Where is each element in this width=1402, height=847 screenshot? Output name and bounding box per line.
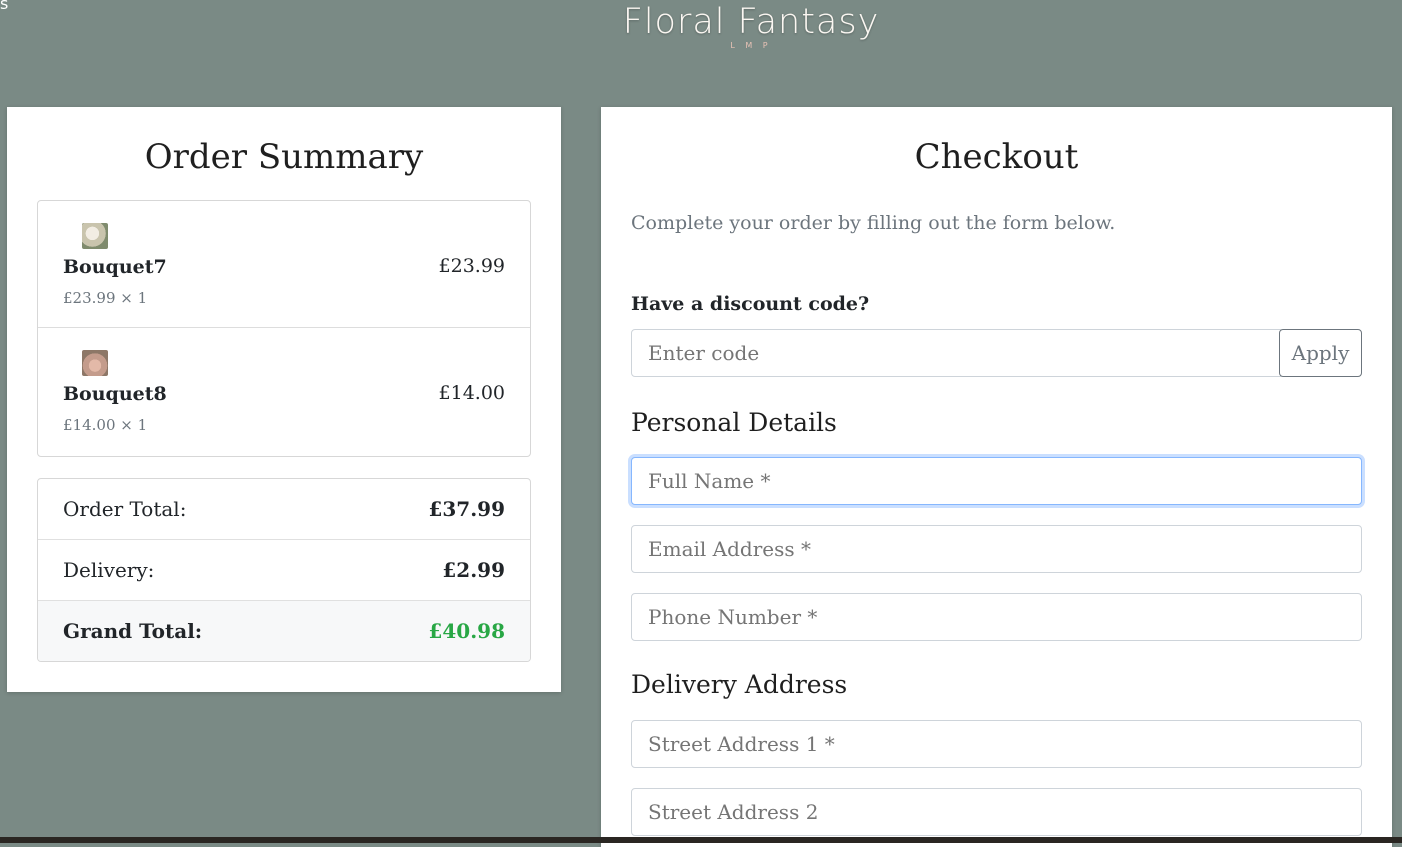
personal-details-heading: Personal Details (631, 408, 837, 437)
discount-group: Apply (631, 329, 1362, 377)
grand-total-value: £40.98 (428, 619, 505, 643)
item-price: £14.00 (438, 382, 505, 404)
logo-title: Floral Fantasy (622, 2, 880, 42)
list-item: Bouquet7 £23.99 £23.99 × 1 (38, 201, 530, 328)
site-logo[interactable]: Floral Fantasy L M P (0, 0, 1402, 50)
item-quantity: £14.00 × 1 (63, 416, 148, 434)
email-input[interactable] (631, 525, 1362, 573)
checkout-card: Checkout Complete your order by filling … (601, 107, 1392, 847)
order-total-row: Order Total: £37.99 (38, 479, 530, 540)
delivery-row: Delivery: £2.99 (38, 540, 530, 601)
bouquet-thumbnail (82, 350, 108, 376)
street-address-1-input[interactable] (631, 720, 1362, 768)
full-name-input[interactable] (631, 457, 1362, 505)
delivery-value: £2.99 (442, 558, 505, 582)
delivery-address-heading: Delivery Address (631, 670, 848, 699)
item-quantity: £23.99 × 1 (63, 289, 148, 307)
item-name: Bouquet8 (63, 383, 167, 405)
order-summary-card: Order Summary Bouquet7 £23.99 £23.99 × 1… (7, 107, 561, 692)
bouquet-thumbnail (82, 223, 108, 249)
street-address-2-input[interactable] (631, 788, 1362, 836)
phone-input[interactable] (631, 593, 1362, 641)
discount-code-input[interactable] (631, 329, 1281, 377)
checkout-intro: Complete your order by filling out the f… (631, 212, 1116, 234)
grand-total-label: Grand Total: (63, 619, 203, 643)
order-summary-title: Order Summary (144, 137, 424, 177)
apply-discount-button[interactable]: Apply (1279, 329, 1362, 377)
totals-table: Order Total: £37.99 Delivery: £2.99 Gran… (37, 478, 531, 662)
item-name: Bouquet7 (63, 256, 167, 278)
delivery-label: Delivery: (63, 558, 155, 582)
checkout-title: Checkout (914, 137, 1079, 177)
order-total-label: Order Total: (63, 497, 187, 521)
list-item: Bouquet8 £14.00 £14.00 × 1 (38, 328, 530, 456)
item-price: £23.99 (438, 255, 505, 277)
cart-items-list: Bouquet7 £23.99 £23.99 × 1 Bouquet8 £14.… (37, 200, 531, 457)
grand-total-row: Grand Total: £40.98 (38, 601, 530, 661)
footer-edge (0, 837, 1402, 843)
discount-label: Have a discount code? (631, 293, 870, 315)
order-total-value: £37.99 (428, 497, 505, 521)
